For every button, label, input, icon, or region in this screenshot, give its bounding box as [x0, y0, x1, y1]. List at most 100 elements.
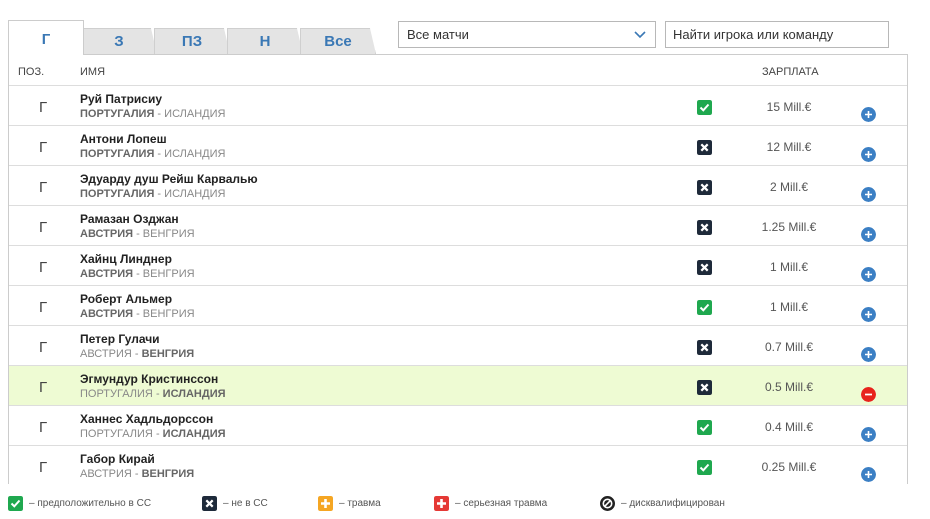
add-player-icon[interactable] [861, 347, 876, 362]
player-salary: 1 Mill.€ [769, 260, 808, 274]
player-position: Г [39, 219, 48, 236]
search-input[interactable] [665, 21, 889, 48]
player-salary: 12 Mill.€ [766, 140, 812, 154]
player-position: Г [39, 379, 48, 396]
player-match: ПОРТУГАЛИЯ - ИСЛАНДИЯ [80, 188, 225, 200]
player-salary: 15 Mill.€ [766, 100, 812, 114]
player-match: АВСТРИЯ - ВЕНГРИЯ [80, 268, 195, 280]
player-match: ПОРТУГАЛИЯ - ИСЛАНДИЯ [80, 108, 225, 120]
player-match: АВСТРИЯ - ВЕНГРИЯ [80, 348, 194, 360]
add-player-icon[interactable] [861, 427, 876, 442]
table-row[interactable]: Г Руй Патрисиу ПОРТУГАЛИЯ - ИСЛАНДИЯ 15 Mil… [9, 85, 907, 125]
player-match: ПОРТУГАЛИЯ - ИСЛАНДИЯ [80, 148, 225, 160]
table-row[interactable]: Г Роберт Альмер АВСТРИЯ - ВЕНГРИЯ 1 Mill.€ [9, 285, 907, 325]
players-table: ПОЗ. ИМЯ ЗАРПЛАТА Г Руй Патрисиу ПОРТУГАЛИ… [8, 54, 908, 484]
x-icon [697, 220, 712, 235]
add-player-icon[interactable] [861, 107, 876, 122]
x-icon [202, 496, 217, 511]
legend-label: – предположительно в СС [29, 498, 152, 509]
table-row[interactable]: Г Эдуарду душ Рейш Карвалью ПОРТУГАЛИЯ - И… [9, 165, 907, 205]
team-away: ИСЛАНДИЯ [164, 188, 226, 200]
player-match: ПОРТУГАЛИЯ - ИСЛАНДИЯ [80, 388, 226, 400]
player-salary: 0.4 Mill.€ [764, 420, 814, 434]
team-away: ВЕНГРИЯ [142, 228, 195, 240]
team-separator: - [154, 188, 165, 200]
tab-5[interactable]: Все [300, 28, 376, 54]
legend-label: – не в СС [223, 498, 268, 509]
check-icon [697, 100, 712, 115]
team-home: ПОРТУГАЛИЯ [80, 108, 155, 120]
player-position: Г [39, 139, 48, 156]
suspended-icon [600, 496, 615, 511]
serious-injury-icon [434, 496, 449, 511]
player-salary: 0.7 Mill.€ [764, 340, 814, 354]
tab-3[interactable]: ПЗ [154, 28, 230, 54]
team-away: ИСЛАНДИЯ [164, 148, 226, 160]
player-name: Петер Гулачи [80, 332, 160, 346]
match-filter-select[interactable]: Все матчи [398, 21, 656, 48]
remove-player-icon[interactable] [861, 387, 876, 402]
legend: – предположительно в СС – не в СС – травма… [0, 494, 930, 514]
add-player-icon[interactable] [861, 267, 876, 282]
player-match: АВСТРИЯ - ВЕНГРИЯ [80, 308, 195, 320]
player-name: Габор Кирай [80, 452, 155, 466]
player-position: Г [39, 339, 48, 356]
team-separator: - [131, 468, 142, 480]
team-away: ИСЛАНДИЯ [162, 428, 226, 440]
player-name: Хайнц Линднер [80, 252, 172, 266]
team-away: ИСЛАНДИЯ [164, 108, 226, 120]
player-position: Г [39, 259, 48, 276]
team-away: ВЕНГРИЯ [141, 348, 195, 360]
player-position: Г [39, 299, 48, 316]
team-away: ИСЛАНДИЯ [162, 388, 226, 400]
table-row[interactable]: Г Рамазан Озджан АВСТРИЯ - ВЕНГРИЯ 1.25 Mil… [9, 205, 907, 245]
team-away: ВЕНГРИЯ [141, 468, 195, 480]
tab-4[interactable]: Н [227, 28, 303, 54]
player-salary: 0.5 Mill.€ [764, 380, 814, 394]
tab-1[interactable]: Г [8, 20, 84, 55]
table-row[interactable]: Г Габор Кирай АВСТРИЯ - ВЕНГРИЯ 0.25 Mill.€ [9, 445, 907, 484]
player-salary: 2 Mill.€ [769, 180, 808, 194]
team-home: АВСТРИЯ [80, 228, 134, 240]
add-player-icon[interactable] [861, 147, 876, 162]
legend-label: – травма [339, 498, 381, 509]
add-player-icon[interactable] [861, 307, 876, 322]
match-filter-value: Все матчи [407, 27, 469, 42]
player-position: Г [39, 459, 48, 476]
team-separator: - [131, 348, 142, 360]
x-icon [697, 180, 712, 195]
table-row[interactable]: Г Ханнес Хадльдорссон ПОРТУГАЛИЯ - ИСЛАНДИ… [9, 405, 907, 445]
team-home: ПОРТУГАЛИЯ [80, 148, 155, 160]
team-separator: - [152, 428, 163, 440]
team-home: АВСТРИЯ [80, 348, 132, 360]
add-player-icon[interactable] [861, 467, 876, 482]
team-home: АВСТРИЯ [80, 468, 132, 480]
team-separator: - [133, 308, 143, 320]
table-row[interactable]: Г Хайнц Линднер АВСТРИЯ - ВЕНГРИЯ 1 Mill.€ [9, 245, 907, 285]
table-row[interactable]: Г Петер Гулачи АВСТРИЯ - ВЕНГРИЯ 0.7 Mill.€ [9, 325, 907, 365]
x-icon [697, 140, 712, 155]
add-player-icon[interactable] [861, 227, 876, 242]
table-row[interactable]: Г Эгмундур Кристинссон ПОРТУГАЛИЯ - ИСЛАНД… [9, 365, 907, 405]
player-name: Антони Лопеш [80, 132, 167, 146]
player-salary: 1.25 Mill.€ [761, 220, 817, 234]
team-away: ВЕНГРИЯ [142, 268, 195, 280]
injury-icon [318, 496, 333, 511]
player-match: АВСТРИЯ - ВЕНГРИЯ [80, 228, 195, 240]
add-player-icon[interactable] [861, 187, 876, 202]
team-separator: - [133, 228, 143, 240]
table-row[interactable]: Г Антони Лопеш ПОРТУГАЛИЯ - ИСЛАНДИЯ 12 Mil… [9, 125, 907, 165]
tab-2[interactable]: З [81, 28, 157, 54]
check-icon [697, 420, 712, 435]
header-salary: ЗАРПЛАТА [762, 66, 819, 78]
table-header: ПОЗ. ИМЯ ЗАРПЛАТА [9, 55, 907, 85]
x-icon [697, 380, 712, 395]
check-icon [697, 300, 712, 315]
chevron-down-icon [634, 31, 646, 39]
team-separator: - [133, 268, 143, 280]
team-home: ПОРТУГАЛИЯ [80, 428, 153, 440]
legend-label: – серьезная травма [455, 498, 548, 509]
x-icon [697, 260, 712, 275]
table-body: Г Руй Патрисиу ПОРТУГАЛИЯ - ИСЛАНДИЯ 15 Mil… [9, 85, 907, 484]
player-match: АВСТРИЯ - ВЕНГРИЯ [80, 468, 194, 480]
